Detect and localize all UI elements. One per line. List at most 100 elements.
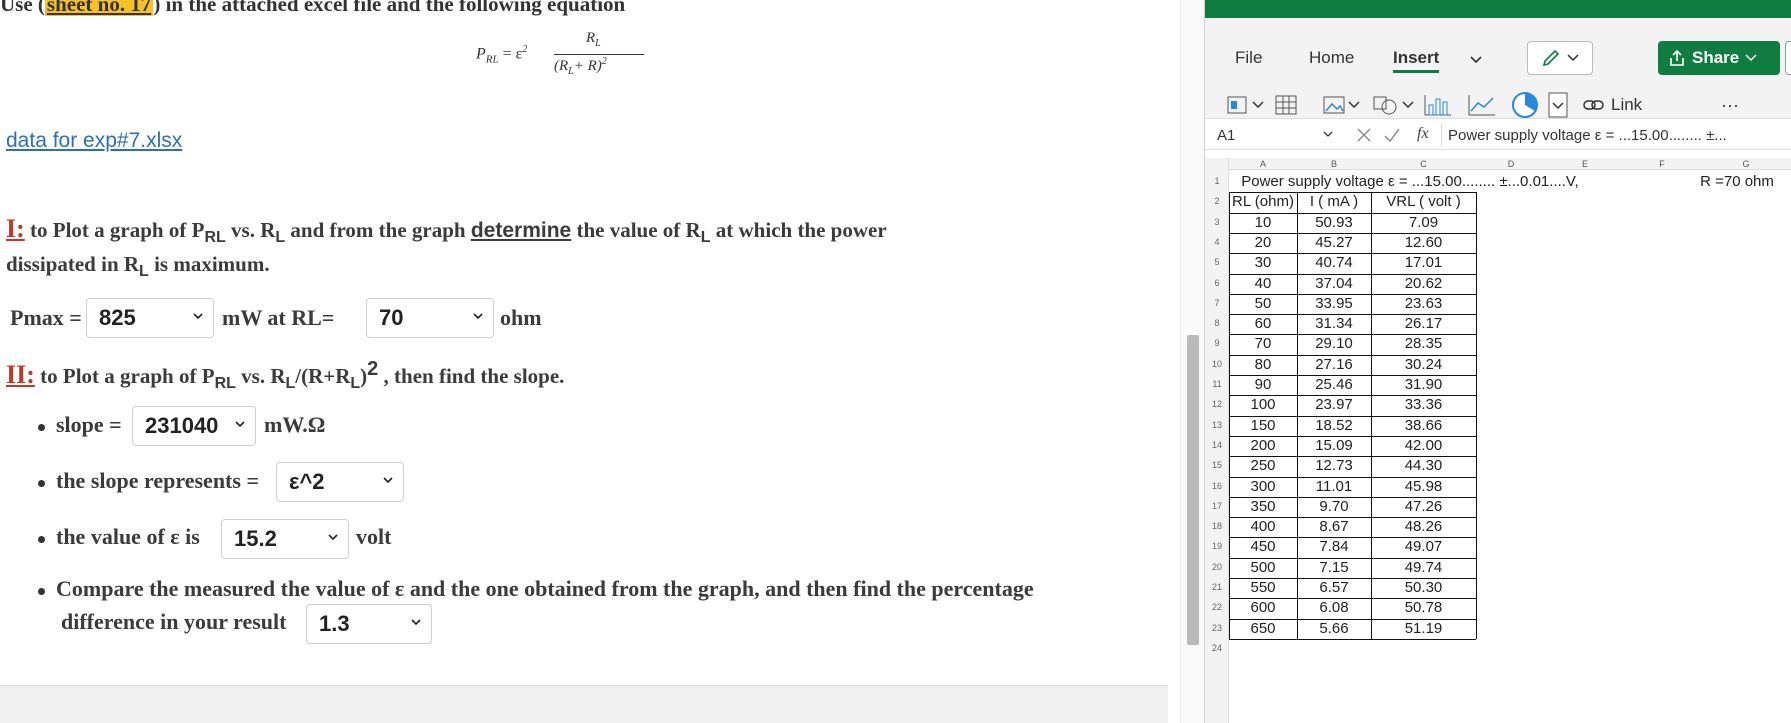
cell-value[interactable]: 42.00 [1371,436,1476,456]
cell-value[interactable]: 400 [1229,517,1297,537]
table-icon[interactable] [1275,90,1297,120]
tab-insert[interactable]: Insert [1393,48,1440,73]
row-header[interactable]: 21 [1205,582,1229,602]
cell-value[interactable]: 300 [1229,477,1297,497]
cell-value[interactable]: 40 [1229,274,1297,294]
cell-value[interactable]: 90 [1229,375,1297,395]
percentage-select[interactable]: 1.3 [306,604,432,644]
tab-file[interactable]: File [1235,48,1262,68]
cell-value[interactable]: 6.57 [1297,578,1371,598]
rl-select[interactable]: 70 [366,298,494,338]
share-button[interactable]: Share [1658,41,1780,75]
row-header[interactable]: 7 [1205,298,1229,318]
cell-value[interactable]: 33.36 [1371,395,1476,415]
cell-value[interactable]: 20 [1229,233,1297,253]
row-header[interactable]: 20 [1205,562,1229,582]
cell-value[interactable]: 23.63 [1371,294,1476,314]
cell-value[interactable]: 30 [1229,253,1297,273]
slope-select[interactable]: 231040 [132,406,256,446]
function-icon[interactable]: fx [1417,125,1429,143]
cell-value[interactable]: 40.74 [1297,253,1371,273]
cell-value[interactable]: 500 [1229,558,1297,578]
cell-value[interactable]: 70 [1229,334,1297,354]
column-header-e[interactable]: E [1546,158,1624,170]
cell-value[interactable]: 15.09 [1297,436,1371,456]
row-header[interactable]: 4 [1205,237,1229,257]
column-header-a[interactable]: A [1229,158,1297,170]
row-header[interactable]: 24 [1205,643,1229,663]
cell-value[interactable]: 27.16 [1297,355,1371,375]
row-header[interactable]: 1 [1205,176,1229,196]
cell-value[interactable]: 38.66 [1371,416,1476,436]
cell-value[interactable]: 33.95 [1297,294,1371,314]
row-header[interactable]: 5 [1205,257,1229,277]
cell-value[interactable]: 450 [1229,537,1297,557]
cell-value[interactable]: 50.78 [1371,598,1476,618]
row-header[interactable]: 15 [1205,460,1229,480]
table-picker-icon[interactable] [1227,90,1267,120]
cell-value[interactable]: 350 [1229,497,1297,517]
cell-value[interactable]: 31.34 [1297,314,1371,334]
column-chart-icon[interactable] [1423,90,1453,120]
cell-column-heading[interactable]: RL (ohm) [1229,192,1297,212]
cell-value[interactable]: 250 [1229,456,1297,476]
cell-value[interactable]: 20.62 [1371,274,1476,294]
row-header[interactable]: 22 [1205,602,1229,622]
epsilon-select[interactable]: 15.2 [221,519,349,559]
more-options-button[interactable]: ··· [1721,90,1739,120]
cell-value[interactable]: 17.01 [1371,253,1476,273]
row-header[interactable]: 2 [1205,196,1229,216]
row-header[interactable]: 14 [1205,440,1229,460]
cell-value[interactable]: 26.17 [1371,314,1476,334]
represents-select[interactable]: ε^2 [276,462,404,502]
cell-value[interactable]: 60 [1229,314,1297,334]
cell-value[interactable]: 37.04 [1297,274,1371,294]
cell-value[interactable]: 29.10 [1297,334,1371,354]
cell-value[interactable]: 30.24 [1371,355,1476,375]
ribbon-overflow-button[interactable] [1785,41,1791,75]
cell-value[interactable]: 8.67 [1297,517,1371,537]
row-header[interactable]: 13 [1205,420,1229,440]
cell-value[interactable]: 600 [1229,598,1297,618]
cell-value[interactable]: 50 [1229,294,1297,314]
cell-value[interactable]: 28.35 [1371,334,1476,354]
cell-value[interactable]: 12.73 [1297,456,1371,476]
tab-home[interactable]: Home [1309,48,1354,68]
column-header-b[interactable]: B [1297,158,1371,170]
column-header-g[interactable]: G [1700,158,1791,170]
cell-value[interactable]: 5.66 [1297,619,1371,639]
cell-value[interactable]: 7.09 [1371,213,1476,233]
cell-value[interactable]: 31.90 [1371,375,1476,395]
row-header[interactable]: 18 [1205,521,1229,541]
cell-resistance[interactable]: R =70 ohm [1685,172,1789,192]
cell-value[interactable]: 25.46 [1297,375,1371,395]
row-header[interactable]: 3 [1205,217,1229,237]
cell-value[interactable]: 550 [1229,578,1297,598]
row-header[interactable]: 8 [1205,318,1229,338]
cell-value[interactable]: 48.26 [1371,517,1476,537]
cell-value[interactable]: 10 [1229,213,1297,233]
row-header[interactable]: 12 [1205,399,1229,419]
shapes-icon[interactable] [1373,90,1417,120]
cell-value[interactable]: 51.19 [1371,619,1476,639]
cell-value[interactable]: 200 [1229,436,1297,456]
cell-value[interactable]: 45.27 [1297,233,1371,253]
enter-check-icon[interactable] [1383,126,1401,144]
cell-value[interactable]: 47.26 [1371,497,1476,517]
row-header[interactable]: 17 [1205,501,1229,521]
cell-column-heading[interactable]: VRL ( volt ) [1371,192,1476,212]
row-header[interactable]: 10 [1205,359,1229,379]
formula-input[interactable]: Power supply voltage ε = ...15.00.......… [1441,123,1787,147]
cell-value[interactable]: 44.30 [1371,456,1476,476]
cancel-icon[interactable] [1355,126,1373,144]
spreadsheet-grid[interactable]: ABCDEFG 1 2 3 4 5 6 7 8 9 10 11 12 13 14 15 16 17 18 19 20 2… [1205,158,1791,723]
cell-value[interactable]: 150 [1229,416,1297,436]
cell-value[interactable]: 50.30 [1371,578,1476,598]
cell-column-heading[interactable]: I ( mA ) [1297,192,1371,212]
cell-value[interactable]: 12.60 [1371,233,1476,253]
cell-value[interactable]: 6.08 [1297,598,1371,618]
cell-value[interactable]: 49.07 [1371,537,1476,557]
row-header[interactable]: 11 [1205,379,1229,399]
excel-file-link[interactable]: data for exp#7.xlsx [6,129,182,153]
cell-value[interactable]: 49.74 [1371,558,1476,578]
